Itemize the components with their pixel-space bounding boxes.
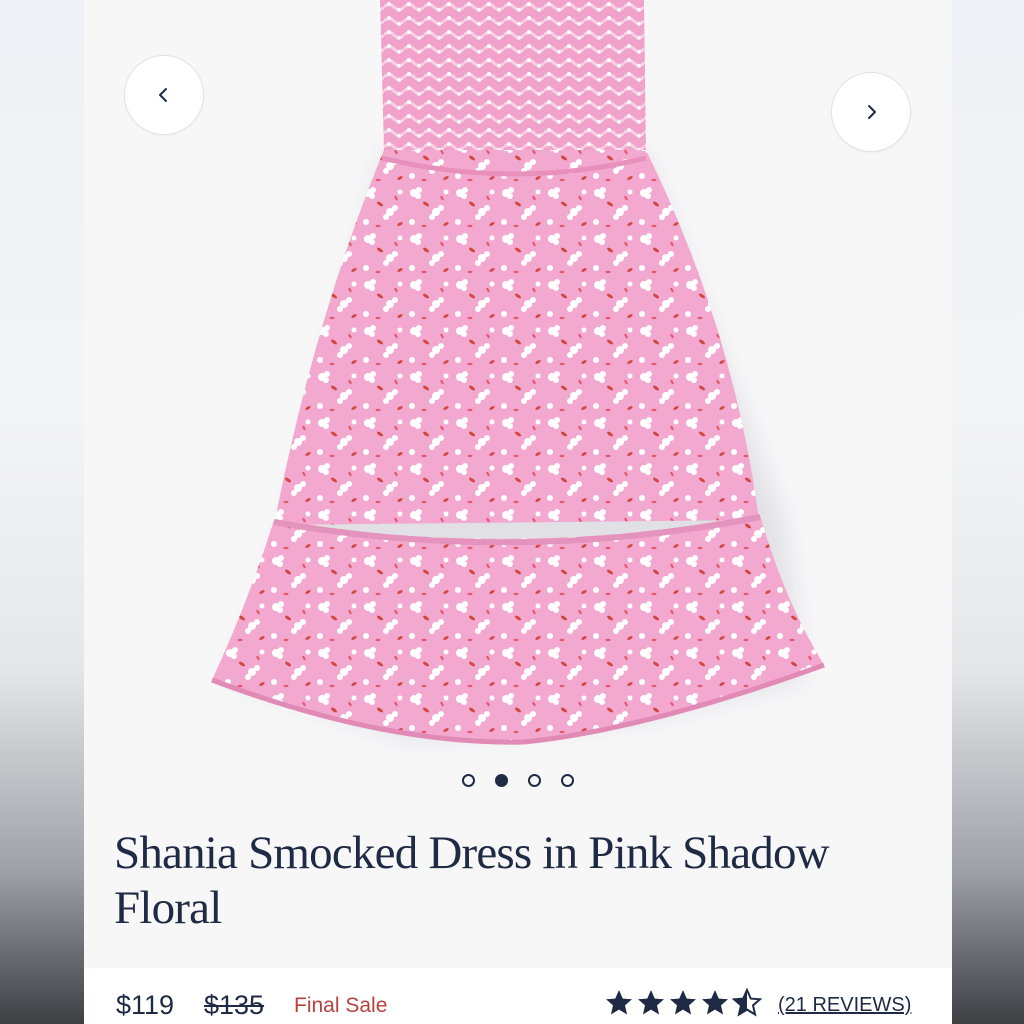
product-card: Shania Smocked Dress in Pink Shadow Flor…	[84, 0, 952, 1024]
original-price: $135	[204, 990, 265, 1020]
carousel-dot[interactable]	[495, 774, 508, 787]
star-rating[interactable]	[604, 988, 762, 1018]
star-icon	[638, 990, 664, 1015]
carousel-dot[interactable]	[462, 774, 475, 787]
final-sale-label: Final Sale	[294, 994, 388, 1017]
product-image[interactable]	[84, 0, 952, 760]
carousel-dot[interactable]	[528, 774, 541, 787]
chevron-right-icon	[868, 105, 876, 119]
price-rating-row: $119 $135 Final Sale (21 REVIEWS)	[84, 968, 952, 1024]
reviews-link[interactable]: (21 REVIEWS)	[778, 994, 911, 1017]
star-icon	[732, 988, 762, 1017]
product-image-carousel[interactable]	[84, 0, 952, 760]
carousel-pagination	[84, 774, 952, 787]
star-icon	[670, 990, 696, 1015]
left-backdrop	[0, 0, 84, 1024]
carousel-dot[interactable]	[561, 774, 574, 787]
chevron-left-icon	[159, 88, 167, 102]
star-icon	[702, 990, 728, 1015]
sale-price: $119	[116, 990, 175, 1020]
previous-image-button[interactable]	[124, 55, 204, 135]
right-backdrop	[952, 0, 1024, 1024]
product-title: Shania Smocked Dress in Pink Shadow Flor…	[114, 827, 830, 934]
next-image-button[interactable]	[831, 72, 911, 152]
star-icon	[606, 990, 632, 1015]
